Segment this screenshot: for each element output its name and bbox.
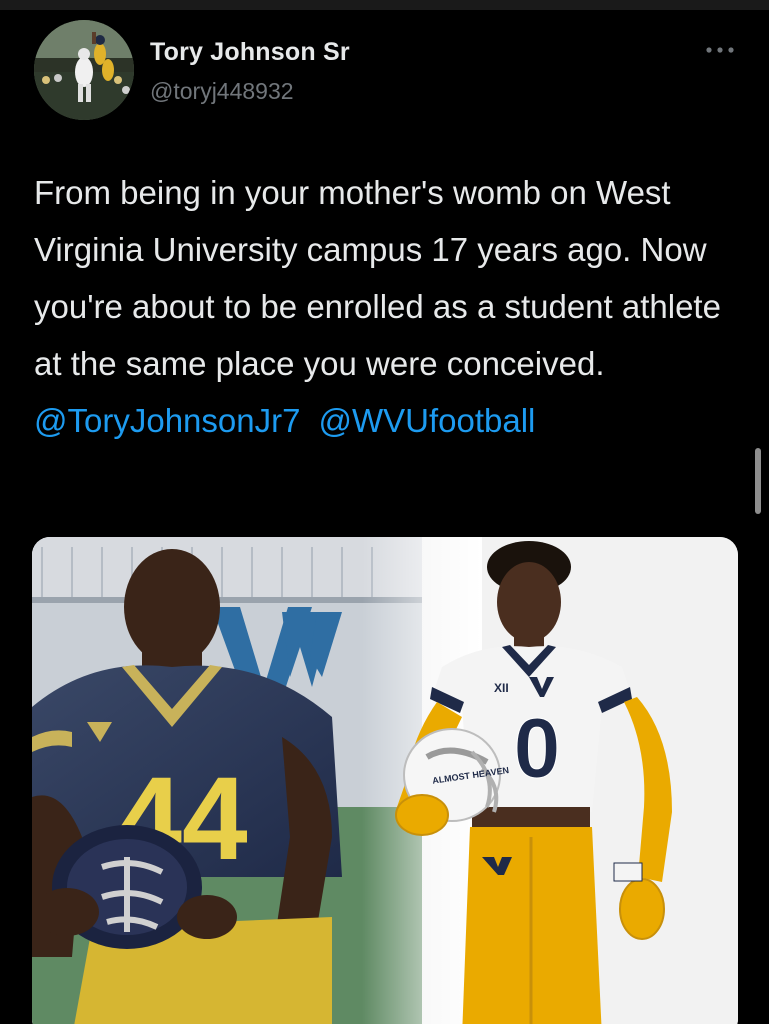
more-horizontal-icon — [706, 47, 734, 53]
avatar-image — [34, 20, 134, 120]
mention-link-wvufootball[interactable]: @WVUfootball — [318, 402, 535, 439]
mention-link-toryjohnsonjr7[interactable]: @ToryJohnsonJr7 — [34, 402, 300, 439]
scrollbar[interactable] — [755, 448, 761, 514]
display-name[interactable]: Tory Johnson Sr — [150, 38, 350, 67]
tweet-body: From being in your mother's womb on West… — [34, 174, 721, 382]
tweet-screen: Tory Johnson Sr @toryj448932 From being … — [0, 0, 769, 1024]
more-options-button[interactable] — [700, 38, 740, 62]
photo-collage: 44 XII 0 ALMOST HEAVEN — [32, 537, 738, 1024]
top-bar — [0, 0, 769, 10]
tweet-text: From being in your mother's womb on West… — [34, 164, 744, 449]
collar-mark: XII — [494, 681, 509, 695]
right-jersey-number: 0 — [514, 701, 561, 795]
avatar[interactable] — [34, 20, 134, 120]
tweet-media-photo[interactable]: 44 XII 0 ALMOST HEAVEN — [32, 537, 738, 1024]
user-handle[interactable]: @toryj448932 — [150, 78, 294, 105]
